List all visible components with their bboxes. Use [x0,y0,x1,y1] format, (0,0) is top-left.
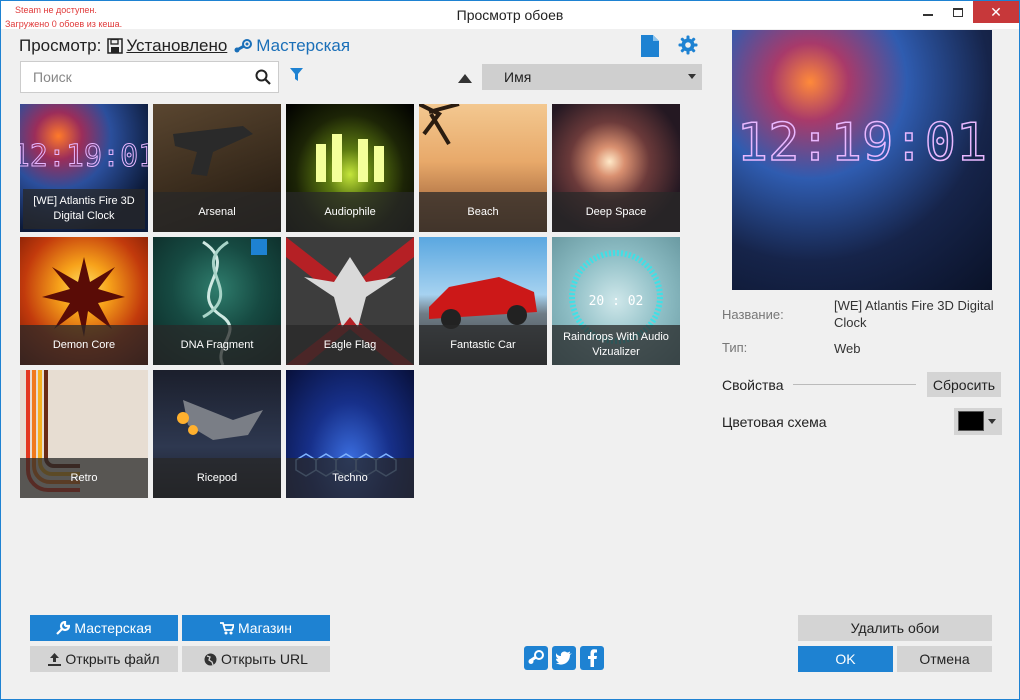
wallpaper-tile-label: Demon Core [20,325,148,365]
shop-button[interactable]: Магазин [182,615,330,641]
chevron-down-icon [688,74,696,79]
wallpaper-tile[interactable]: Audiophile [286,104,414,232]
svg-text:12:19:01: 12:19:01 [20,139,148,174]
upload-icon [48,652,62,666]
view-workshop-option[interactable]: Мастерская [233,36,350,56]
cart-icon [219,621,234,635]
wallpaper-tile[interactable]: Demon Core [20,237,148,365]
wallpaper-tile-label: Ricepod [153,458,281,498]
facebook-link-icon[interactable] [580,646,604,670]
search-field [20,61,279,93]
sort-direction-icon[interactable] [458,71,472,86]
gear-icon [678,35,698,55]
chevron-down-icon [988,419,996,424]
wallpaper-tile-label: Techno [286,458,414,498]
open-file-button-label: Открыть файл [65,651,160,667]
steam-icon [233,38,253,54]
view-installed-option[interactable]: Установлено [107,36,227,56]
wallpaper-tile-label: Arsenal [153,192,281,232]
minimize-button[interactable] [913,1,943,23]
filter-icon[interactable] [290,68,303,85]
workshop-button-label: Мастерская [74,620,152,636]
reset-button[interactable]: Сбросить [927,372,1001,397]
wallpaper-tile-label: Eagle Flag [286,325,414,365]
window-title: Просмотр обоев [456,7,564,23]
detail-type-label: Тип: [722,340,748,355]
minimize-icon [923,14,933,16]
open-file-button[interactable]: Открыть файл [30,646,178,672]
maximize-button[interactable] [943,1,973,23]
wallpaper-tile-label: DNA Fragment [153,325,281,365]
properties-label: Свойства [722,377,784,393]
cancel-button[interactable]: Отмена [897,646,992,672]
twitter-link-icon[interactable] [552,646,576,670]
wallpaper-tile[interactable]: Beach [419,104,547,232]
wallpaper-tile[interactable]: Deep Space [552,104,680,232]
wallpaper-tile-label: Audiophile [286,192,414,232]
document-icon [641,35,659,57]
detail-name-value: [WE] Atlantis Fire 3D Digital Clock [834,298,994,330]
wallpaper-tile-label: Fantastic Car [419,325,547,365]
wallpaper-tile-label: Beach [419,192,547,232]
wallpaper-tile[interactable]: 12:19:01 [WE] Atlantis Fire 3D Digital C… [20,104,148,232]
title-bar: Steam не доступен. Загружено 0 обоев из … [1,1,1019,29]
ok-button[interactable]: OK [798,646,893,672]
view-installed-label: Установлено [126,36,228,55]
globe-icon [204,653,217,666]
workshop-button[interactable]: Мастерская [30,615,178,641]
wallpaper-tile[interactable]: Retro [20,370,148,498]
wallpaper-preview: 12:19:01 [732,30,992,290]
new-document-button[interactable] [641,35,659,60]
detail-type-value: Web [834,341,861,356]
close-button[interactable]: ✕ [973,1,1019,23]
wallpaper-tile[interactable]: DNA Fragment [153,237,281,365]
shop-button-label: Магазин [237,620,292,636]
wallpaper-tile[interactable]: Arsenal [153,104,281,232]
wallpaper-tile-label: Raindrops With Audio Vizualizer [552,325,680,365]
wallpaper-tile[interactable]: Eagle Flag [286,237,414,365]
wallpaper-tile[interactable]: Techno [286,370,414,498]
close-icon: ✕ [990,3,1002,20]
steam-link-icon[interactable] [524,646,548,670]
preview-clock-text: 12:19:01 [737,113,987,173]
view-label: Просмотр: [19,36,102,55]
wallpaper-tile-label: Deep Space [552,192,680,232]
properties-divider [793,384,916,385]
settings-button[interactable] [678,35,698,58]
delete-wallpaper-button[interactable]: Удалить обои [798,615,992,641]
social-links [524,646,608,670]
wallpaper-tile[interactable]: 20 : 02 Raindrops With Audio Vizualizer [552,237,680,365]
detail-name-label: Название: [722,307,784,322]
wallpaper-tile-label: [WE] Atlantis Fire 3D Digital Clock [23,189,145,229]
sort-dropdown[interactable]: Имя [482,64,702,90]
wallpaper-tile-label: Retro [20,458,148,498]
maximize-icon [953,7,963,17]
wallpaper-tile[interactable]: Fantastic Car [419,237,547,365]
sort-selected-value: Имя [504,69,532,85]
open-url-button[interactable]: Открыть URL [182,646,330,672]
wallpaper-tile[interactable]: Ricepod [153,370,281,498]
color-scheme-picker[interactable] [954,408,1002,435]
search-input[interactable] [21,62,241,92]
color-scheme-label: Цветовая схема [722,414,827,430]
search-icon[interactable] [255,69,271,88]
wrench-icon [56,621,71,635]
wallpaper-browser-window: Steam не доступен. Загружено 0 обоев из … [0,0,1020,700]
window-controls: ✕ [913,1,1019,23]
floppy-icon [107,38,124,54]
open-url-button-label: Открыть URL [221,651,308,667]
view-workshop-label: Мастерская [256,36,351,55]
color-swatch [958,411,984,431]
view-switcher: Просмотр: Установлено Мастерская [19,35,356,57]
raindrops-clock-text: 20 : 02 [589,294,644,309]
